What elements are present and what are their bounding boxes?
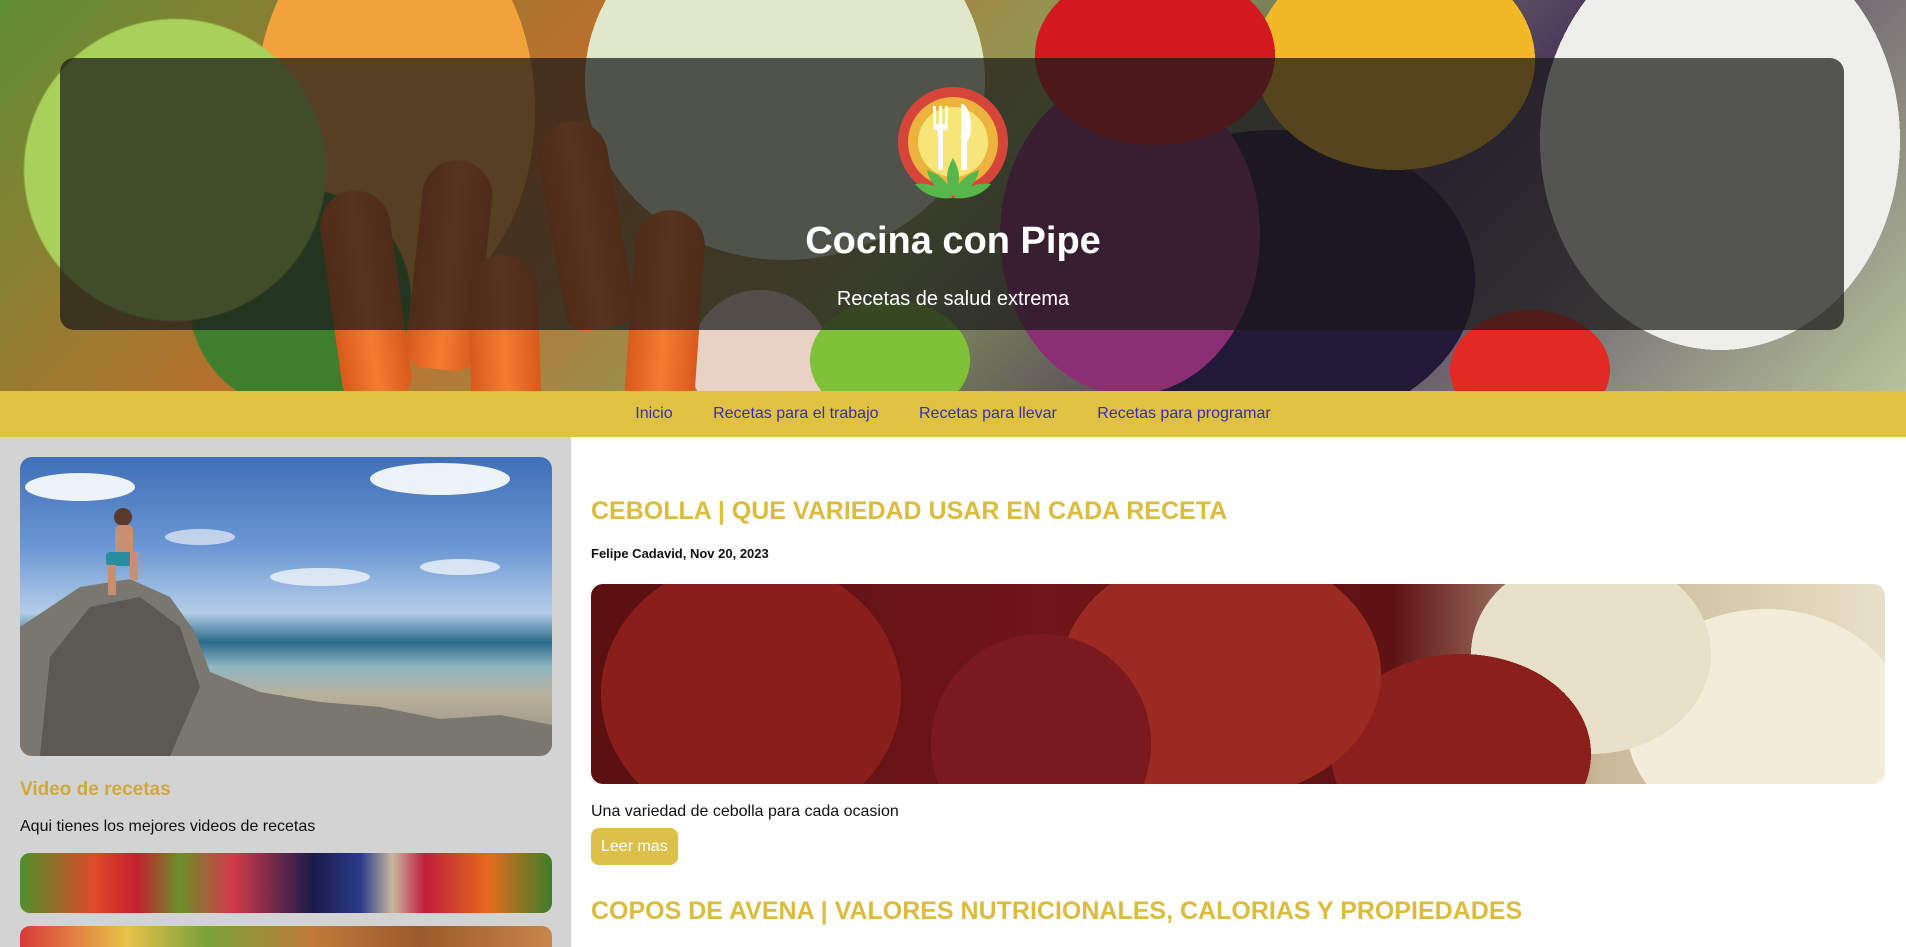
sidebar-text: Aqui tienes los mejores videos de receta… [20,818,316,835]
beach-rock-scene [20,463,552,756]
main-nav: Inicio Recetas para el trabajo Recetas p… [0,391,1906,437]
post-excerpt: Una variedad de cebolla para cada ocasio… [591,803,899,820]
fork-knife-lotus-logo-icon[interactable] [897,86,1009,208]
nav-item-recetas-programar[interactable]: Recetas para programar [1097,391,1270,437]
profile-photo [20,457,552,756]
site-title: Cocina con Pipe [805,220,1101,262]
post-title[interactable]: COPOS DE AVENA | VALORES NUTRICIONALES, … [591,897,1522,926]
hero-header: Cocina con Pipe Recetas de salud extrema [0,0,1906,391]
sidebar: Video de recetas Aqui tienes los mejores… [0,437,571,947]
video-thumbnail[interactable] [20,853,552,913]
post-image [591,584,1885,784]
nav-item-recetas-trabajo[interactable]: Recetas para el trabajo [713,391,878,437]
site-subtitle: Recetas de salud extrema [836,288,1070,310]
read-more-button[interactable]: Leer mas [591,828,678,865]
post-title[interactable]: CEBOLLA | QUE VARIEDAD USAR EN CADA RECE… [591,497,1227,526]
main-content: CEBOLLA | QUE VARIEDAD USAR EN CADA RECE… [571,437,1906,947]
video-thumbnail[interactable] [20,926,552,947]
nav-item-inicio[interactable]: Inicio [635,391,672,437]
post-meta: Felipe Cadavid, Nov 20, 2023 [591,546,769,561]
nav-item-recetas-llevar[interactable]: Recetas para llevar [919,391,1057,437]
sidebar-title: Video de recetas [20,779,171,800]
